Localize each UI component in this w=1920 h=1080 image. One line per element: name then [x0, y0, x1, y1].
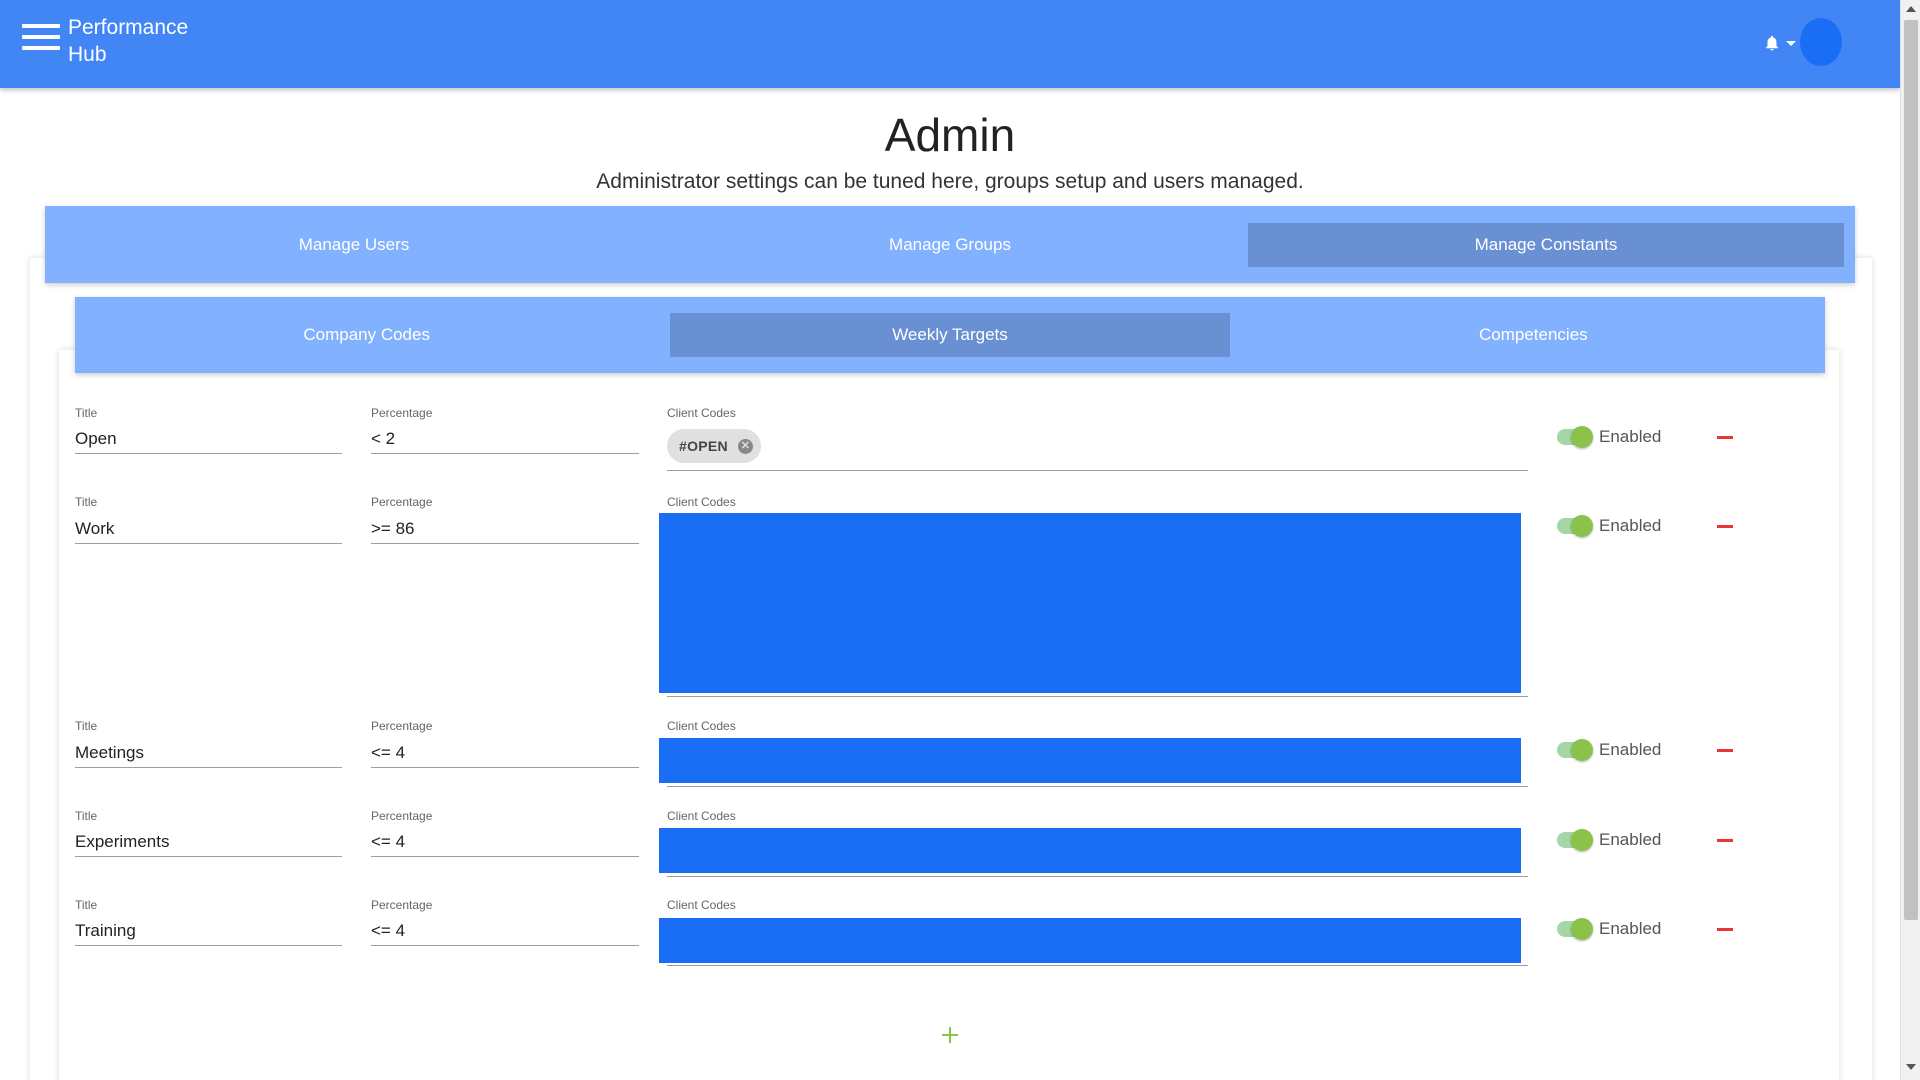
remove-button[interactable]	[1710, 917, 1740, 941]
title-label: Title	[75, 495, 98, 509]
percentage-label: Percentage	[371, 406, 433, 420]
scroll-thumb[interactable]	[1904, 20, 1918, 920]
client-codes-underline	[667, 696, 1528, 697]
weekly-targets-card	[59, 350, 1839, 1080]
remove-button[interactable]	[1710, 514, 1740, 538]
sub-tabs: Company Codes Weekly Targets Competencie…	[75, 297, 1825, 373]
avatar[interactable]	[1800, 18, 1842, 66]
tab-competencies[interactable]: Competencies	[1254, 313, 1813, 357]
percentage-input[interactable]	[371, 827, 639, 857]
remove-button[interactable]	[1710, 828, 1740, 852]
enabled-label: Enabled	[1599, 830, 1662, 849]
client-code-chip: #OPEN ✕	[667, 429, 761, 463]
enabled-toggle[interactable]	[1557, 918, 1593, 940]
tab-company-codes[interactable]: Company Codes	[87, 313, 646, 357]
title-label: Title	[75, 406, 98, 420]
app-title[interactable]: Performance Hub	[68, 14, 228, 68]
client-codes-label: Client Codes	[667, 495, 736, 509]
minus-icon	[1717, 839, 1733, 842]
scroll-down-icon[interactable]	[1906, 1064, 1916, 1070]
remove-button[interactable]	[1710, 425, 1740, 449]
title-input[interactable]	[75, 738, 342, 768]
client-codes-input[interactable]	[659, 738, 1521, 783]
enabled-toggle[interactable]	[1557, 739, 1593, 761]
app-bar: Performance Hub	[0, 0, 1900, 88]
client-codes-input[interactable]	[659, 918, 1521, 963]
percentage-input[interactable]	[371, 916, 639, 946]
scroll-up-icon[interactable]	[1906, 6, 1916, 12]
enabled-toggle[interactable]	[1557, 829, 1593, 851]
title-input[interactable]	[75, 916, 342, 946]
remove-button[interactable]	[1710, 738, 1740, 762]
title-input[interactable]	[75, 514, 342, 544]
plus-icon[interactable]	[940, 1025, 960, 1045]
enabled-toggle[interactable]	[1557, 515, 1593, 537]
enabled-label: Enabled	[1599, 919, 1662, 938]
bell-icon[interactable]	[1763, 34, 1781, 52]
minus-icon	[1717, 928, 1733, 931]
tab-manage-users[interactable]: Manage Users	[56, 223, 652, 267]
title-input[interactable]	[75, 424, 342, 454]
title-input[interactable]	[75, 827, 342, 857]
client-codes-input[interactable]	[659, 513, 1521, 693]
tab-weekly-targets[interactable]: Weekly Targets	[670, 313, 1230, 357]
minus-icon	[1717, 525, 1733, 528]
title-label: Title	[75, 719, 98, 733]
close-circle-icon[interactable]: ✕	[737, 438, 753, 454]
percentage-label: Percentage	[371, 719, 433, 733]
client-codes-label: Client Codes	[667, 406, 736, 420]
percentage-input[interactable]	[371, 738, 639, 768]
page-scrollbar[interactable]	[1900, 0, 1920, 1080]
enabled-label: Enabled	[1599, 740, 1662, 759]
page-title: Admin	[884, 109, 1016, 161]
viewport: Performance Hub Admin Administrator sett…	[0, 0, 1900, 1080]
client-codes-underline	[667, 876, 1528, 877]
app-title-line1: Performance	[68, 16, 189, 39]
client-codes-underline	[667, 965, 1528, 966]
enabled-label: Enabled	[1599, 516, 1662, 535]
percentage-input[interactable]	[371, 514, 639, 544]
percentage-input[interactable]	[371, 424, 639, 454]
title-label: Title	[75, 809, 98, 823]
client-codes-underline	[667, 786, 1528, 787]
chip-text: #OPEN	[679, 438, 728, 454]
client-codes-input[interactable]	[659, 828, 1521, 873]
enabled-label: Enabled	[1599, 427, 1662, 446]
minus-icon	[1717, 749, 1733, 752]
enabled-toggle[interactable]	[1557, 426, 1593, 448]
minus-icon	[1717, 436, 1733, 439]
main-tabs: Manage Users Manage Groups Manage Consta…	[45, 206, 1855, 283]
app-title-line2: Hub	[68, 43, 107, 66]
client-codes-label: Client Codes	[667, 719, 736, 733]
page-subtitle: Administrator settings can be tuned here…	[596, 170, 1304, 193]
client-codes-label: Client Codes	[667, 809, 736, 823]
chevron-down-icon[interactable]	[1786, 41, 1796, 46]
menu-icon[interactable]	[22, 24, 60, 54]
tab-manage-groups[interactable]: Manage Groups	[652, 223, 1248, 267]
percentage-label: Percentage	[371, 495, 433, 509]
percentage-label: Percentage	[371, 898, 433, 912]
client-codes-input[interactable]	[667, 470, 1528, 471]
tab-manage-constants[interactable]: Manage Constants	[1248, 222, 1844, 267]
percentage-label: Percentage	[371, 809, 433, 823]
client-codes-label: Client Codes	[667, 898, 736, 912]
title-label: Title	[75, 898, 98, 912]
